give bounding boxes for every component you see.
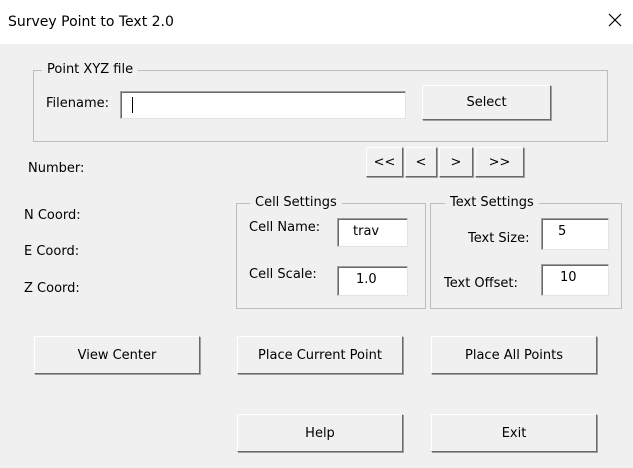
text-size-label: Text Size: (468, 231, 530, 246)
filename-input[interactable] (120, 91, 406, 119)
text-offset-label: Text Offset: (444, 276, 518, 291)
close-icon[interactable] (603, 8, 627, 32)
previous-record-button[interactable]: < (405, 147, 437, 177)
place-current-point-button[interactable]: Place Current Point (237, 336, 403, 374)
cell-name-label: Cell Name: (249, 220, 321, 235)
help-button[interactable]: Help (237, 414, 403, 452)
text-settings-legend: Text Settings (445, 195, 539, 211)
window-title: Survey Point to Text 2.0 (8, 14, 174, 30)
point-xyz-file-legend: Point XYZ file (42, 62, 139, 78)
cell-scale-input[interactable]: 1.0 (337, 266, 408, 296)
text-offset-input[interactable]: 10 (541, 264, 609, 296)
e-coord-label: E Coord: (24, 244, 80, 259)
select-button[interactable]: Select (422, 85, 551, 120)
place-all-points-button[interactable]: Place All Points (431, 336, 597, 374)
exit-button[interactable]: Exit (431, 414, 597, 452)
cell-name-input[interactable]: trav (337, 218, 408, 247)
first-record-button[interactable]: << (366, 147, 403, 177)
filename-label: Filename: (46, 96, 110, 111)
last-record-button[interactable]: >> (475, 147, 524, 177)
n-coord-label: N Coord: (24, 208, 81, 223)
next-record-button[interactable]: > (439, 147, 473, 177)
title-bar: Survey Point to Text 2.0 (0, 0, 633, 44)
cell-scale-label: Cell Scale: (249, 267, 317, 282)
text-size-input[interactable]: 5 (541, 218, 609, 250)
text-caret (132, 96, 133, 113)
cell-settings-legend: Cell Settings (250, 195, 342, 211)
z-coord-label: Z Coord: (24, 281, 80, 296)
view-center-button[interactable]: View Center (34, 336, 200, 374)
number-label: Number: (28, 161, 85, 176)
